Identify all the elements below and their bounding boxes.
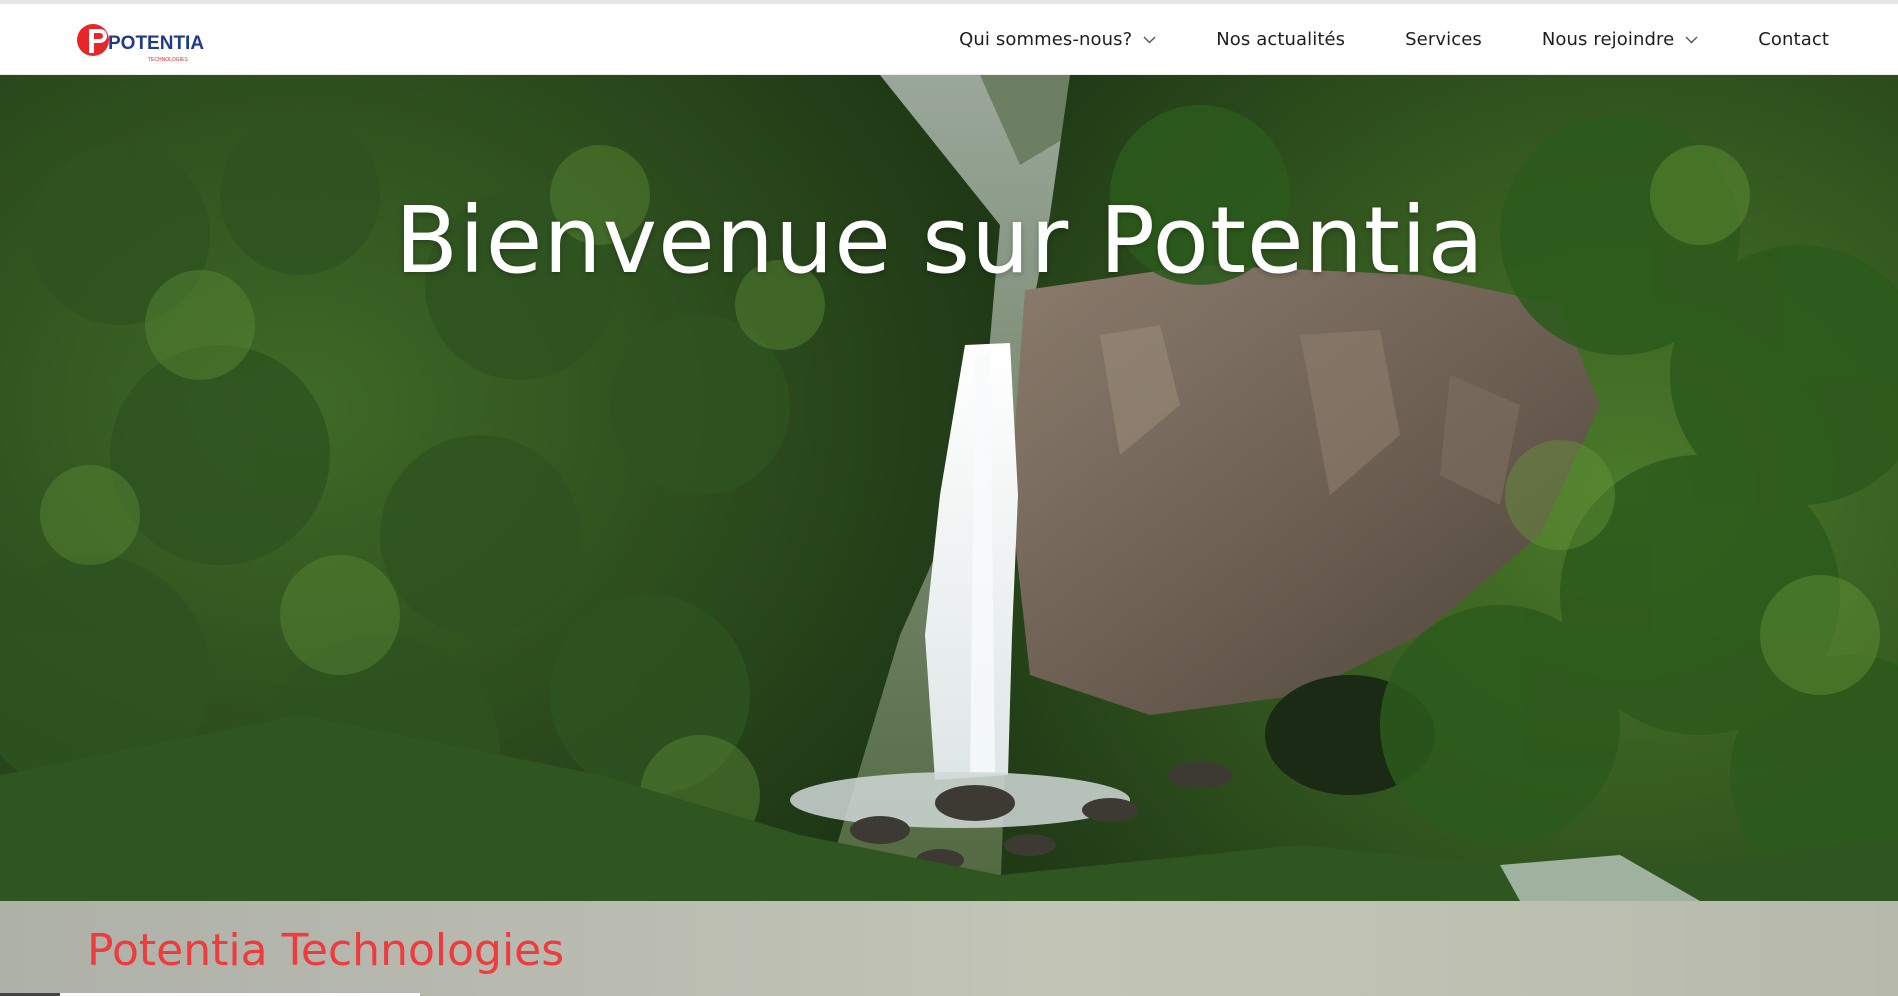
section-title: Potentia Technologies <box>87 925 565 976</box>
svg-text:POTENTIA: POTENTIA <box>108 33 204 54</box>
nav-item-label: Nous rejoindre <box>1541 29 1675 50</box>
potentia-logo-icon: POTENTIA TECHNOLOGIES <box>77 24 204 63</box>
nav-item-label: Qui sommes-nous? <box>959 29 1133 50</box>
hero-section: Bienvenue sur Potentia <box>0 75 1898 901</box>
nav-item-label: Contact <box>1758 29 1829 50</box>
main-nav: Qui sommes-nous? Nos actualités Services… <box>899 4 1829 75</box>
svg-text:TECHNOLOGIES: TECHNOLOGIES <box>148 57 188 63</box>
nav-item-label: Services <box>1405 29 1482 50</box>
hero-title-text: Bienvenue sur Potentia <box>395 187 1485 294</box>
chevron-down-icon <box>1685 36 1698 44</box>
nav-item-label: Nos actualités <box>1216 29 1346 50</box>
chevron-down-icon <box>1143 36 1156 44</box>
nav-item-contact[interactable]: Contact <box>1758 29 1829 50</box>
nav-item-services[interactable]: Services <box>1405 29 1482 50</box>
site-header: POTENTIA TECHNOLOGIES Qui sommes-nous? N… <box>0 4 1898 75</box>
nav-item-nos-actualites[interactable]: Nos actualités <box>1216 29 1345 50</box>
intro-band: Potentia Technologies <box>0 901 1898 996</box>
nav-item-nous-rejoindre[interactable]: Nous rejoindre <box>1542 29 1698 50</box>
site-logo[interactable]: POTENTIA TECHNOLOGIES <box>76 18 216 68</box>
nav-item-qui-sommes-nous[interactable]: Qui sommes-nous? <box>959 29 1156 50</box>
hero-title: Bienvenue sur Potentia <box>0 187 1898 294</box>
